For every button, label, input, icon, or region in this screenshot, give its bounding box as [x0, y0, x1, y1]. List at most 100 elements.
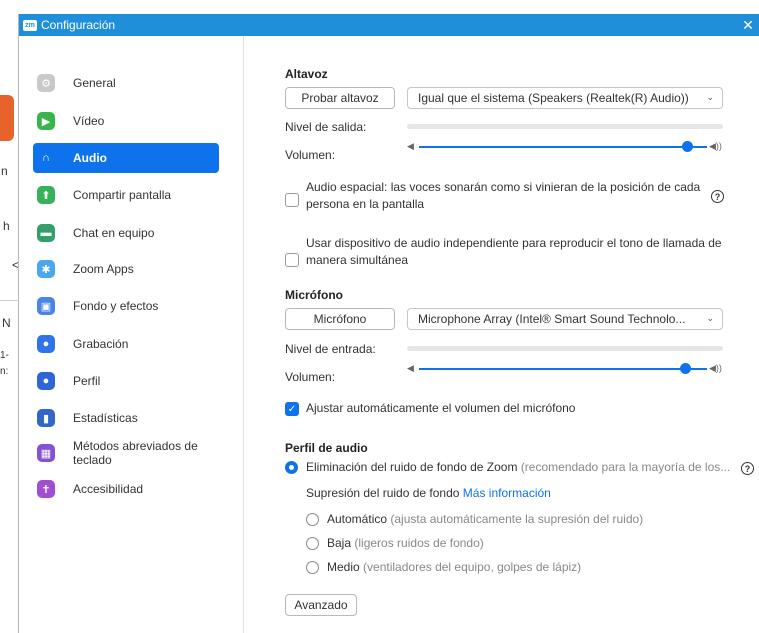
- chevron-down-icon: ⌄: [706, 92, 714, 102]
- window-title: Configuración: [41, 18, 116, 32]
- sidebar-item-label: Zoom Apps: [73, 262, 134, 276]
- speaker-volume-label: Volumen:: [285, 148, 336, 162]
- sidebar-item-label: General: [73, 76, 116, 90]
- stats-icon: ▮: [37, 409, 55, 427]
- background-text: n: [1, 164, 8, 178]
- suppression-medium-radio[interactable]: [306, 561, 319, 574]
- separate-device-label: Usar dispositivo de audio independiente …: [306, 236, 722, 267]
- test-microphone-button[interactable]: Micrófono: [285, 308, 395, 330]
- suppression-low-option: Baja (ligeros ruidos de fondo): [327, 535, 727, 552]
- audio-profile-title: Perfil de audio: [285, 441, 368, 455]
- sidebar-item[interactable]: ▦ Métodos abreviados de teclado: [33, 434, 219, 472]
- sidebar-item-label: Perfil: [73, 374, 101, 388]
- share-screen-icon: ⬆: [37, 186, 55, 204]
- sidebar-item[interactable]: ⚙ General: [33, 68, 219, 98]
- input-level-meter: [407, 346, 723, 351]
- suppression-auto-hint: (ajusta automáticamente la supresión del…: [390, 512, 644, 526]
- background-text: 1-: [0, 350, 9, 361]
- chat-icon: ▬: [37, 224, 55, 242]
- sidebar-item[interactable]: ∩ Audio: [33, 143, 219, 173]
- suppression-auto-radio[interactable]: [306, 513, 319, 526]
- volume-high-icon: ◀)): [709, 363, 722, 373]
- sidebar-item-label: Chat en equipo: [73, 226, 155, 240]
- background-icon: ▣: [37, 297, 55, 315]
- profile-icon: ●: [37, 372, 55, 390]
- settings-sidebar: ⚙ General ▶ Vídeo ∩ Audio ⬆ Compartir pantalla ▬…: [19, 36, 244, 633]
- suppression-low-hint: (ligeros ruidos de fondo): [354, 536, 484, 550]
- volume-low-icon: ◀: [407, 363, 414, 373]
- background-app-top: [22, 0, 759, 14]
- suppression-auto-label: Automático: [327, 512, 388, 526]
- advanced-button[interactable]: Avanzado: [285, 594, 357, 616]
- spatial-audio-checkbox[interactable]: [285, 193, 299, 207]
- sidebar-item-label: Audio: [73, 151, 107, 165]
- noise-removal-hint: (recomendado para la mayoría de los...: [520, 460, 731, 474]
- microphone-volume-slider[interactable]: [419, 368, 685, 370]
- speaker-section-title: Altavoz: [285, 67, 328, 81]
- accessibility-icon: ✝: [37, 480, 55, 498]
- gear-icon: ⚙: [37, 74, 55, 92]
- volume-high-icon: ◀)): [709, 141, 722, 151]
- sidebar-item[interactable]: ▣ Fondo y efectos: [33, 291, 219, 321]
- sidebar-item[interactable]: ▮ Estadísticas: [33, 403, 219, 433]
- sidebar-item-label: Grabación: [73, 337, 129, 351]
- output-level-label: Nivel de salida:: [285, 120, 367, 134]
- speaker-device-value: Igual que el sistema (Speakers (Realtek(…: [418, 91, 689, 105]
- test-speaker-button[interactable]: Probar altavoz: [285, 87, 395, 109]
- sidebar-item[interactable]: ✝ Accesibilidad: [33, 474, 219, 504]
- suppression-label: Supresión del ruido de fondo: [306, 486, 460, 500]
- microphone-device-select[interactable]: Microphone Array (Intel® Smart Sound Tec…: [407, 308, 723, 330]
- noise-removal-radio[interactable]: [285, 461, 298, 474]
- sidebar-item[interactable]: ✱ Zoom Apps: [33, 254, 219, 284]
- chevron-down-icon: ⌄: [706, 313, 714, 323]
- title-bar: zm Configuración ✕: [19, 14, 759, 36]
- help-icon[interactable]: ?: [711, 190, 724, 203]
- sidebar-item[interactable]: ● Perfil: [33, 366, 219, 396]
- more-info-link[interactable]: Más información: [463, 486, 551, 500]
- sidebar-item[interactable]: ▬ Chat en equipo: [33, 218, 219, 248]
- sidebar-item[interactable]: ⬆ Compartir pantalla: [33, 180, 219, 210]
- close-icon[interactable]: ✕: [737, 17, 759, 34]
- headphones-icon: ∩: [42, 152, 50, 164]
- noise-removal-label: Eliminación del ruido de fondo de Zoom: [306, 460, 518, 474]
- auto-adjust-label: Ajustar automáticamente el volumen del m…: [306, 401, 576, 415]
- sidebar-item-label: Compartir pantalla: [73, 188, 172, 202]
- microphone-volume-label: Volumen:: [285, 370, 336, 384]
- background-text: h: [3, 219, 10, 233]
- speaker-volume-slider[interactable]: [419, 146, 687, 148]
- suppression-medium-option: Medio (ventiladores del equipo, golpes d…: [327, 559, 727, 576]
- suppression-medium-label: Medio: [327, 560, 360, 574]
- sidebar-item[interactable]: ▶ Vídeo: [33, 106, 219, 136]
- video-icon: ▶: [37, 112, 55, 130]
- apps-icon: ✱: [37, 260, 55, 278]
- sidebar-item-label: Vídeo: [73, 114, 105, 128]
- sidebar-item-label: Métodos abreviados de teclado: [73, 439, 198, 467]
- sidebar-item-label: Accesibilidad: [73, 482, 144, 496]
- record-icon: ●: [37, 335, 55, 353]
- settings-window: zm Configuración ✕ ⚙ General ▶ Vídeo ∩ Audio ⬆…: [18, 14, 759, 633]
- microphone-device-value: Microphone Array (Intel® Smart Sound Tec…: [418, 312, 686, 326]
- microphone-section-title: Micrófono: [285, 288, 343, 302]
- suppression-low-radio[interactable]: [306, 537, 319, 550]
- sidebar-item[interactable]: ● Grabación: [33, 329, 219, 359]
- speaker-volume-knob[interactable]: [682, 141, 693, 152]
- speaker-device-select[interactable]: Igual que el sistema (Speakers (Realtek(…: [407, 87, 723, 109]
- help-icon[interactable]: ?: [741, 462, 754, 475]
- separate-device-checkbox[interactable]: [285, 253, 299, 267]
- noise-removal-option: Eliminación del ruido de fondo de Zoom (…: [306, 459, 741, 476]
- zoom-logo-icon: zm: [23, 19, 37, 31]
- auto-adjust-checkbox[interactable]: ✓: [285, 402, 299, 416]
- suppression-auto-option: Automático (ajusta automáticamente la su…: [327, 511, 727, 528]
- spatial-audio-label: Audio espacial: las voces sonarán como s…: [306, 180, 701, 211]
- keyboard-icon: ▦: [37, 444, 55, 462]
- suppression-low-label: Baja: [327, 536, 352, 550]
- background-text: N: [2, 316, 11, 330]
- background-app-accent: [0, 95, 14, 141]
- microphone-volume-knob[interactable]: [680, 363, 691, 374]
- suppression-row: Supresión del ruido de fondo Más informa…: [306, 485, 726, 502]
- input-level-label: Nivel de entrada:: [285, 342, 376, 356]
- sidebar-item-label: Estadísticas: [73, 411, 138, 425]
- output-level-meter: [407, 124, 723, 129]
- volume-low-icon: ◀: [407, 141, 414, 151]
- background-text: n:: [0, 366, 9, 377]
